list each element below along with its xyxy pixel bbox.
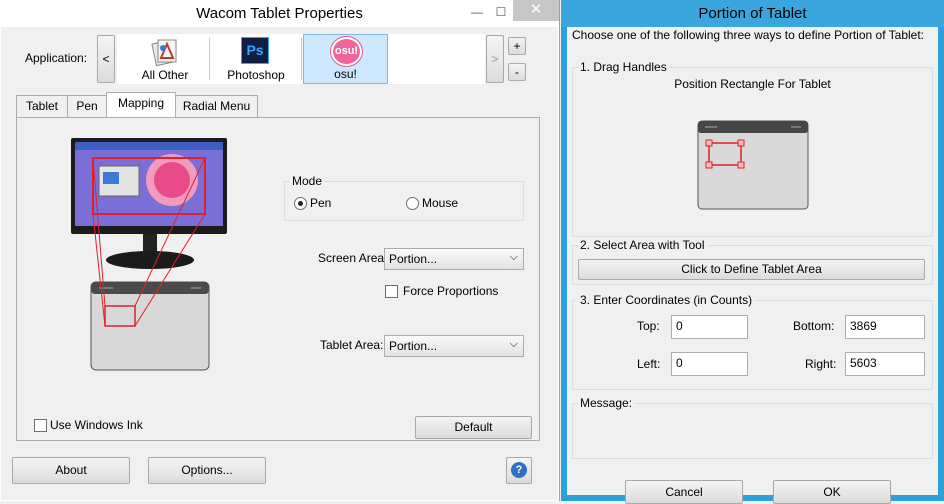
- default-button[interactable]: Default: [415, 416, 532, 439]
- mode-group-label: Mode: [290, 174, 325, 188]
- application-list: All Other Ps Photoshop osu! osu!: [117, 34, 485, 84]
- tab-mapping[interactable]: Mapping: [106, 92, 176, 117]
- mapping-preview-illustration: [71, 138, 227, 371]
- message-label: Message:: [578, 396, 635, 410]
- tab-tablet[interactable]: Tablet: [16, 95, 68, 117]
- define-tablet-area-button[interactable]: Click to Define Tablet Area: [578, 259, 925, 280]
- app-item-photoshop[interactable]: Ps Photoshop: [213, 34, 299, 84]
- tab-radial-menu[interactable]: Radial Menu: [175, 95, 258, 117]
- select-area-group-label: 2. Select Area with Tool: [578, 238, 707, 252]
- portion-of-tablet-window: Portion of Tablet Choose one of the foll…: [561, 0, 944, 504]
- tablet-area-select[interactable]: Portion... ⌵: [384, 335, 524, 357]
- all-other-icon: [151, 39, 177, 67]
- select-area-group: 2. Select Area with Tool Click to Define…: [572, 238, 933, 285]
- close-button[interactable]: ✕: [513, 0, 559, 21]
- remove-application-button[interactable]: -: [508, 63, 526, 81]
- about-button[interactable]: About: [12, 457, 130, 484]
- wacom-properties-window: Wacom Tablet Properties — ☐ ✕ Applicatio…: [0, 0, 560, 501]
- help-icon: ?: [511, 462, 527, 478]
- force-proportions-checkbox[interactable]: [385, 285, 398, 298]
- screen-area-select[interactable]: Portion... ⌵: [384, 248, 524, 270]
- window-client: Application: < All Other Ps Photoshop os…: [1, 27, 558, 500]
- ok-button[interactable]: OK: [773, 480, 891, 504]
- enter-coordinates-group-label: 3. Enter Coordinates (in Counts): [578, 293, 755, 307]
- minimize-button[interactable]: —: [466, 4, 488, 22]
- application-label: Application:: [25, 51, 88, 65]
- right-label: Right:: [805, 357, 837, 371]
- mode-mouse-radio[interactable]: [406, 197, 419, 210]
- tablet-area-label: Tablet Area:: [320, 338, 384, 352]
- osu-icon-text: osu!: [334, 45, 359, 57]
- app-scroll-right-button[interactable]: >: [486, 35, 504, 83]
- osu-icon: osu!: [331, 37, 362, 66]
- app-label-all-other: All Other: [141, 68, 189, 82]
- mapping-tab-panel: Mode Pen Mouse Screen Area: Portion... ⌵…: [16, 117, 540, 441]
- app-item-osu[interactable]: osu! osu!: [303, 34, 388, 84]
- title-bar[interactable]: Portion of Tablet: [561, 0, 944, 27]
- mode-pen-label: Pen: [310, 196, 332, 210]
- cancel-button[interactable]: Cancel: [625, 480, 743, 504]
- bottom-coordinate-input[interactable]: 3869: [845, 315, 925, 339]
- window-title: Portion of Tablet: [698, 5, 807, 22]
- title-bar[interactable]: Wacom Tablet Properties — ☐ ✕: [0, 0, 559, 27]
- mode-mouse-label: Mouse: [422, 196, 459, 210]
- app-separator: [209, 38, 210, 80]
- tab-pen[interactable]: Pen: [67, 95, 107, 117]
- top-label: Top:: [637, 319, 660, 333]
- tablet-drag-preview[interactable]: [697, 120, 811, 212]
- screen-area-value: Portion...: [389, 252, 438, 266]
- chevron-down-icon: ⌵: [509, 338, 518, 350]
- help-button[interactable]: ?: [506, 457, 532, 484]
- app-scroll-left-button[interactable]: <: [97, 35, 115, 83]
- right-coordinate-input[interactable]: 5603: [845, 352, 925, 376]
- chevron-down-icon: ⌵: [509, 251, 518, 263]
- mode-group: Mode Pen Mouse: [284, 174, 524, 221]
- add-application-button[interactable]: +: [508, 37, 526, 55]
- tablet-area-value: Portion...: [389, 339, 438, 353]
- mode-pen-radio[interactable]: [294, 197, 307, 210]
- app-item-all-other[interactable]: All Other: [123, 34, 207, 84]
- photoshop-icon-text: Ps: [246, 42, 264, 58]
- force-proportions-label: Force Proportions: [403, 284, 499, 298]
- message-group: Message:: [572, 396, 933, 459]
- drag-handles-group-label: 1. Drag Handles: [578, 60, 669, 74]
- options-button[interactable]: Options...: [148, 457, 266, 484]
- use-windows-ink-checkbox[interactable]: [34, 419, 47, 432]
- app-label-photoshop: Photoshop: [227, 68, 285, 82]
- photoshop-icon: Ps: [241, 37, 269, 64]
- screen-area-label: Screen Area:: [318, 251, 388, 265]
- left-label: Left:: [637, 357, 661, 371]
- bottom-label: Bottom:: [793, 319, 835, 333]
- maximize-button[interactable]: ☐: [490, 4, 512, 22]
- left-coordinate-input[interactable]: 0: [671, 352, 748, 376]
- instruction-text: Choose one of the following three ways t…: [572, 28, 925, 42]
- drag-handles-group: 1. Drag Handles Position Rectangle For T…: [572, 60, 933, 237]
- top-coordinate-input[interactable]: 0: [671, 315, 748, 339]
- app-separator: [301, 38, 302, 80]
- window-client: Choose one of the following three ways t…: [567, 27, 938, 504]
- app-label-osu: osu!: [334, 67, 357, 81]
- position-rectangle-caption: Position Rectangle For Tablet: [674, 77, 831, 91]
- enter-coordinates-group: 3. Enter Coordinates (in Counts) Top: 0 …: [572, 293, 933, 390]
- use-windows-ink-label: Use Windows Ink: [50, 418, 143, 432]
